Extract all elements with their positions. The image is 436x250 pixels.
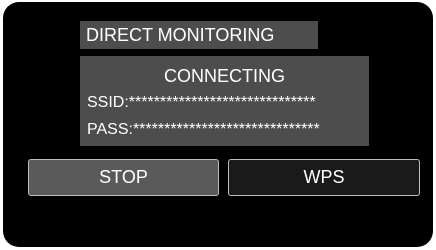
password-field: PASS:******************************: [87, 120, 320, 140]
connection-info-panel: CONNECTING SSID:************************…: [80, 56, 369, 146]
password-value: ******************************: [132, 121, 320, 138]
screen-title: DIRECT MONITORING: [80, 21, 318, 49]
stop-button[interactable]: STOP: [28, 159, 219, 196]
connection-status: CONNECTING: [164, 66, 285, 86]
ssid-value: ******************************: [128, 94, 316, 111]
password-label: PASS:: [87, 121, 133, 138]
camera-screen: DIRECT MONITORING CONNECTING SSID:******…: [3, 2, 433, 247]
ssid-label: SSID:: [87, 94, 129, 111]
ssid-field: SSID:******************************: [87, 93, 316, 113]
wps-button[interactable]: WPS: [228, 159, 420, 196]
